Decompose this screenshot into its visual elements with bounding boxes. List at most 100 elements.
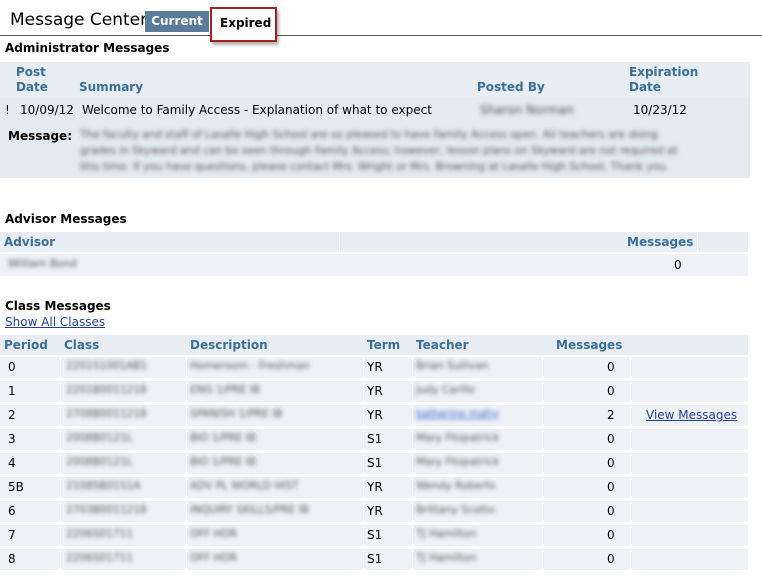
divider <box>363 381 364 402</box>
divider <box>186 525 187 546</box>
class-messages: 0 <box>607 528 615 542</box>
divider <box>60 477 61 498</box>
divider <box>363 501 364 522</box>
col-expiration-2: Date <box>629 80 661 94</box>
divider <box>186 477 187 498</box>
class-description: OFF HOR <box>190 552 238 564</box>
divider <box>542 429 543 450</box>
class-description: BIO 1/PRE IB <box>190 456 257 468</box>
divider <box>186 357 187 378</box>
class-messages: 0 <box>607 432 615 446</box>
divider <box>542 525 543 546</box>
divider <box>363 405 364 426</box>
divider <box>630 477 631 498</box>
col-post-date-2: Date <box>16 80 48 94</box>
divider <box>186 453 187 474</box>
col-description: Description <box>190 338 268 352</box>
class-messages: 0 <box>607 480 615 494</box>
class-term: S1 <box>367 528 383 542</box>
divider <box>186 549 187 570</box>
divider <box>363 429 364 450</box>
class-term: S1 <box>367 552 383 566</box>
col-posted-by: Posted By <box>477 80 545 94</box>
show-all-classes-link[interactable]: Show All Classes <box>5 315 105 329</box>
divider <box>60 549 61 570</box>
class-class: 2703B0011218 <box>66 504 147 516</box>
class-term: YR <box>367 408 383 422</box>
class-period: 7 <box>8 528 16 542</box>
divider <box>60 357 61 378</box>
divider <box>186 381 187 402</box>
class-messages: 0 <box>607 456 615 470</box>
class-teacher: Judy Carillo <box>416 384 476 396</box>
class-class: 2008B0121L <box>66 456 133 468</box>
class-messages: 2 <box>607 408 615 422</box>
col-period: Period <box>4 338 48 352</box>
divider <box>60 453 61 474</box>
divider <box>363 453 364 474</box>
advisor-name: William Bond <box>8 258 77 270</box>
posted-by: Sharon Norman <box>480 103 574 117</box>
class-description: BIO 1/PRE IB <box>190 432 257 444</box>
class-teacher[interactable]: katherine mahy <box>416 408 499 420</box>
class-period: 6 <box>8 504 16 518</box>
divider <box>60 429 61 450</box>
class-teacher: TJ Hamilton <box>416 552 477 564</box>
message-line-1: The faculty and staff of Lasalle High Sc… <box>80 129 658 141</box>
tab-expired[interactable]: Expired <box>210 7 277 42</box>
divider <box>412 381 413 402</box>
class-messages: 0 <box>607 360 615 374</box>
divider <box>542 453 543 474</box>
class-teacher: Brian Sullivan <box>416 360 489 372</box>
expiration-date: 10/23/12 <box>633 103 687 117</box>
divider <box>542 381 543 402</box>
col-messages: Messages <box>556 338 623 352</box>
class-class: 2008B0121L <box>66 432 133 444</box>
divider <box>630 453 631 474</box>
advisor-row <box>0 254 748 276</box>
class-description: INQUIRY SKILLS/PRE IB <box>190 504 309 516</box>
divider <box>186 429 187 450</box>
advisor-section-title: Advisor Messages <box>5 212 127 226</box>
divider <box>412 357 413 378</box>
divider <box>542 477 543 498</box>
tab-current[interactable]: Current <box>145 11 209 32</box>
class-messages: 0 <box>607 384 615 398</box>
divider <box>542 405 543 426</box>
class-period: 3 <box>8 432 16 446</box>
divider <box>186 405 187 426</box>
message-summary[interactable]: Welcome to Family Access - Explanation o… <box>82 103 432 117</box>
class-term: YR <box>367 480 383 494</box>
class-term: S1 <box>367 456 383 470</box>
class-messages: 0 <box>607 504 615 518</box>
class-class: 2201B0011218 <box>66 384 147 396</box>
message-line-3: this time. If you have questions, please… <box>80 161 670 173</box>
post-date: 10/09/12 <box>20 103 74 117</box>
class-term: YR <box>367 504 383 518</box>
class-teacher: Mary Fitzpatrick <box>416 456 500 468</box>
class-class: 2206S01711 <box>66 528 133 540</box>
priority-flag: ! <box>5 103 10 117</box>
divider <box>363 357 364 378</box>
divider <box>412 453 413 474</box>
col-advisor: Advisor <box>4 235 56 249</box>
divider <box>542 501 543 522</box>
class-period: 8 <box>8 552 16 566</box>
class-action-link[interactable]: View Messages <box>646 408 737 422</box>
divider <box>60 501 61 522</box>
col-class: Class <box>64 338 100 352</box>
class-description: Homeroom - Freshman <box>190 360 310 372</box>
class-description: SPANISH 1/PRE IB <box>190 408 283 420</box>
divider <box>630 405 631 426</box>
class-period: 5B <box>8 480 24 494</box>
divider <box>186 501 187 522</box>
class-teacher: Mary Fitzpatrick <box>416 432 500 444</box>
class-period: 0 <box>8 360 16 374</box>
col-teacher: Teacher <box>416 338 469 352</box>
divider <box>60 405 61 426</box>
class-class: 2108SB01S1A <box>66 480 141 492</box>
tab-expired-label: Expired <box>220 16 272 30</box>
col-summary: Summary <box>79 80 144 94</box>
col-term: Term <box>367 338 401 352</box>
divider <box>60 525 61 546</box>
